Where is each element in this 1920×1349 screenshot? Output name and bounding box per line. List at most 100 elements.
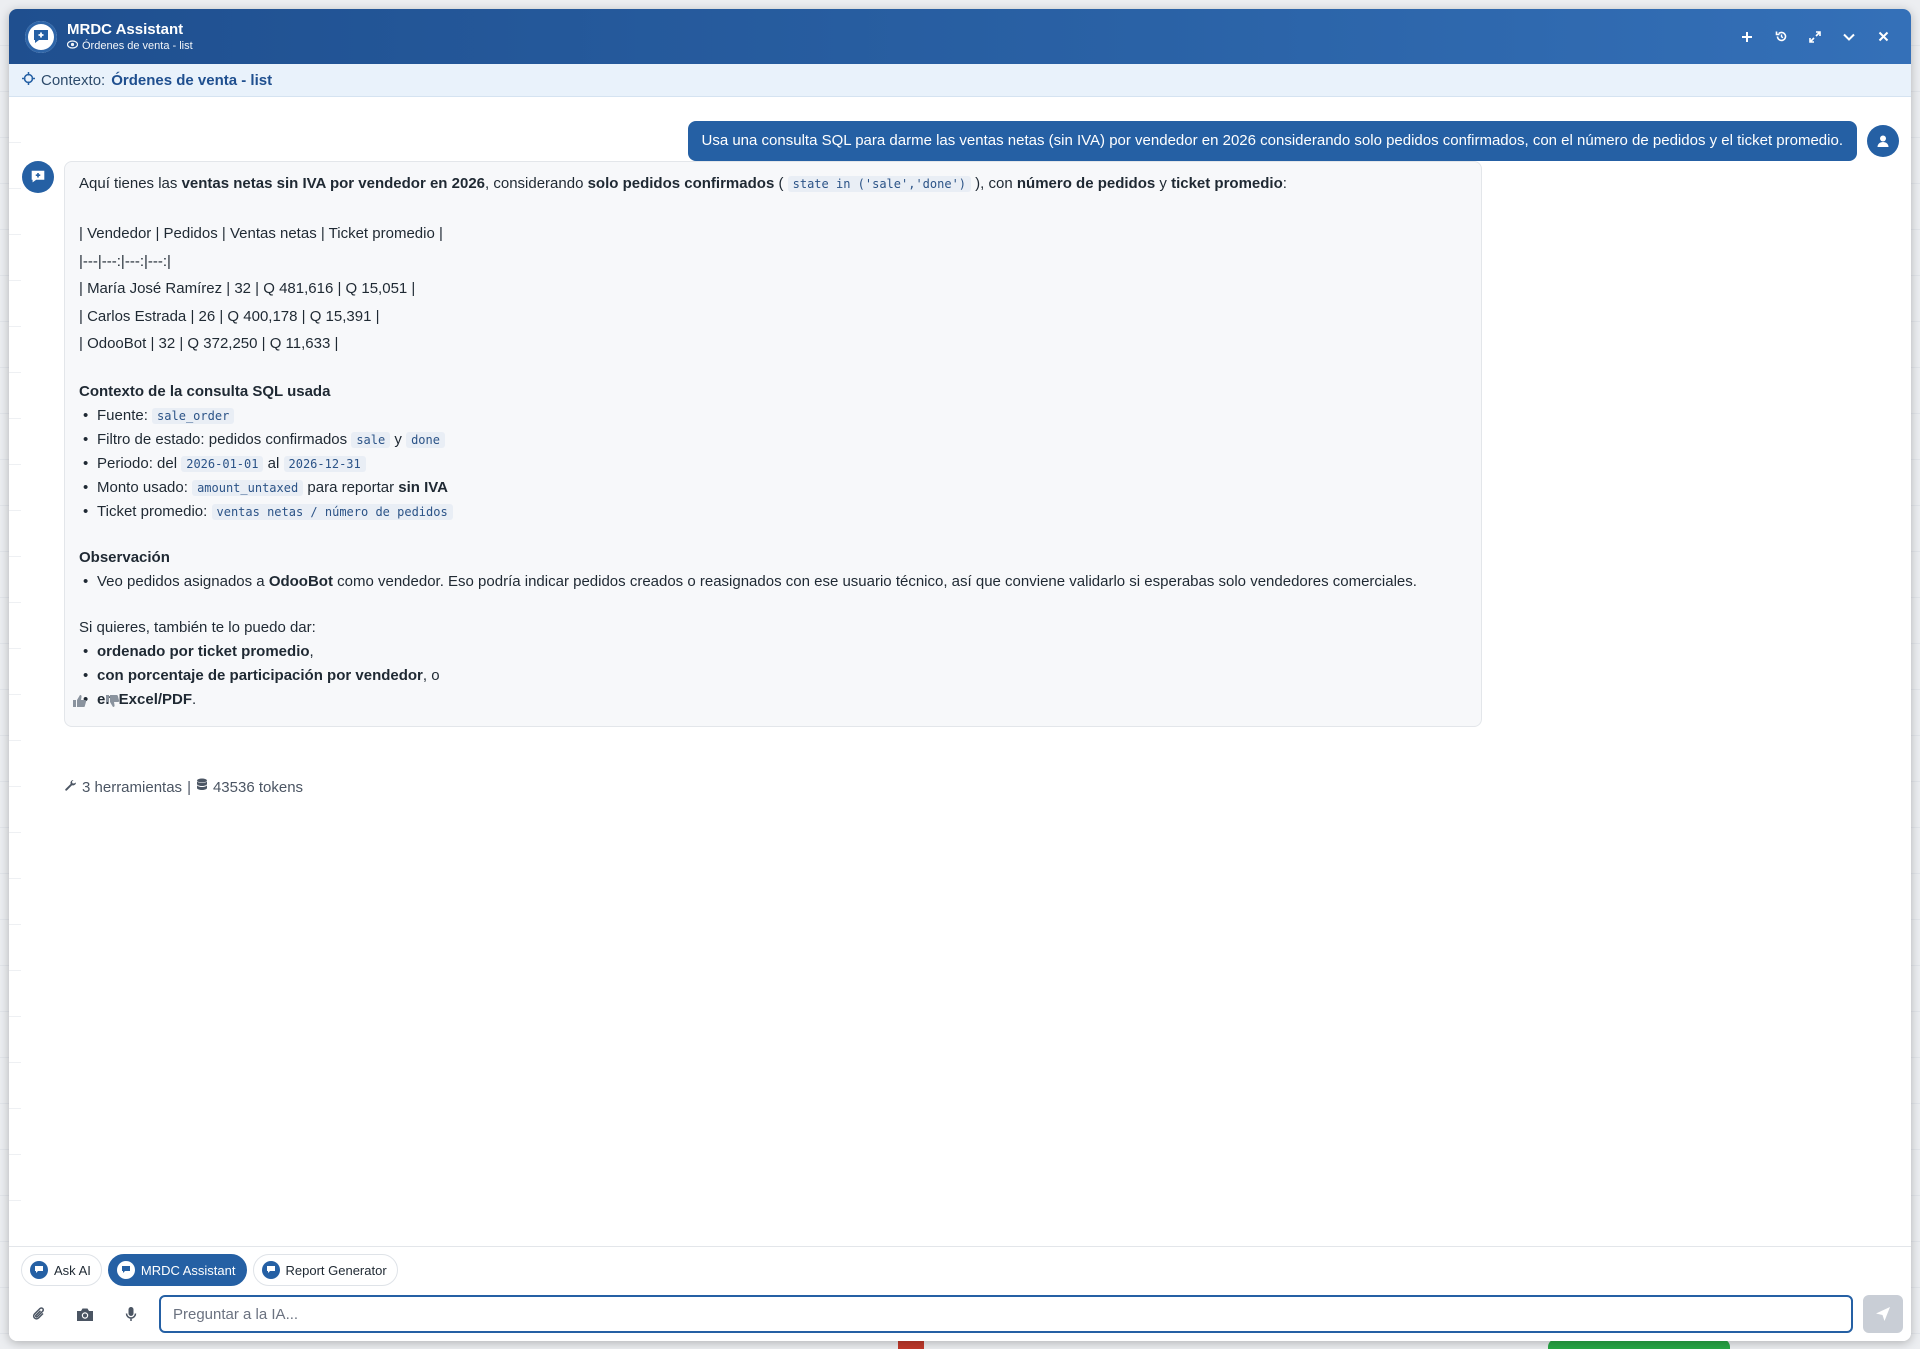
intro-bold: ventas netas sin IVA por vendedor en 202…	[181, 175, 486, 192]
history-icon	[1775, 31, 1786, 42]
tools-count: 3 herramientas	[82, 778, 183, 796]
assistant-avatar	[22, 161, 54, 193]
mode-tab-ask-ai[interactable]: Ask AI	[21, 1254, 102, 1286]
chat-area[interactable]: Usa una consulta SQL para darme las vent…	[9, 97, 1911, 1246]
intro-text: ), con	[971, 175, 1017, 192]
intro-text: :	[1282, 175, 1287, 192]
eye-icon	[66, 39, 79, 53]
composer: Ask AI MRDC Assistant Report Generator	[9, 1246, 1911, 1341]
mode-tab-label: Ask AI	[54, 1262, 91, 1278]
wrench-icon	[64, 779, 77, 796]
intro-text: y	[1155, 175, 1172, 192]
user-icon	[1877, 135, 1889, 147]
table-line: | Carlos Estrada | 26 | Q 400,178 | Q 15…	[79, 307, 380, 325]
context-label: Contexto:	[41, 71, 106, 89]
paperclip-icon	[32, 1307, 44, 1320]
item-text: Monto usado:	[97, 478, 193, 496]
intro-text: , considerando	[485, 175, 588, 192]
list-item: Veo pedidos asignados a OdooBot como ven…	[83, 570, 1467, 594]
plus-icon	[1742, 31, 1752, 42]
intro-text: Aquí tienes las	[79, 175, 182, 192]
intro-text: (	[774, 175, 788, 192]
screenshot-button[interactable]	[67, 1296, 103, 1332]
offer-intro: Si quieres, también te lo puedo dar:	[79, 618, 316, 636]
item-text: y	[390, 430, 407, 448]
list-item: en Excel/PDF.	[83, 688, 1467, 712]
item-bold: ordenado por ticket promedio	[97, 642, 310, 660]
sql-context-title: Contexto de la consulta SQL usada	[79, 382, 331, 400]
intro-paragraph: Aquí tienes las ventas netas sin IVA por…	[79, 172, 1467, 196]
input-row	[21, 1294, 1903, 1334]
item-bold: con porcentaje de participación por vend…	[97, 666, 423, 684]
list-item: con porcentaje de participación por vend…	[83, 664, 1467, 688]
window-title: MRDC Assistant	[67, 20, 184, 38]
offer-list: ordenado por ticket promedio, con porcen…	[79, 640, 1467, 712]
send-button[interactable]	[1863, 1295, 1903, 1333]
item-text: Periodo: del	[97, 454, 182, 472]
item-text: para reportar	[303, 478, 399, 496]
item-code: ventas netas / número de pedidos	[211, 503, 453, 520]
database-icon	[196, 778, 208, 796]
message-meta: 3 herramientas | 43536 tokens	[64, 778, 303, 796]
item-text: , o	[422, 666, 440, 684]
intro-code: state in ('sale','done')	[787, 176, 972, 192]
item-code: 2026-12-31	[283, 455, 366, 472]
chat-bubble-icon	[116, 1261, 135, 1279]
assistant-chat-icon	[25, 20, 57, 53]
minimize-button[interactable]	[1837, 25, 1861, 49]
microphone-icon	[125, 1307, 137, 1321]
chat-bubble-icon	[30, 1261, 48, 1279]
token-count: 43536 tokens	[212, 778, 304, 796]
camera-icon	[77, 1308, 93, 1321]
mode-tabs: Ask AI MRDC Assistant Report Generator	[21, 1254, 398, 1286]
close-button[interactable]	[1871, 25, 1895, 49]
intro-bold: ticket promedio	[1171, 175, 1283, 192]
expand-button[interactable]	[1803, 25, 1827, 49]
table-line: |---|---:|---:|---:|	[79, 252, 171, 270]
item-text: Filtro de estado: pedidos confirmados	[97, 430, 352, 448]
item-text: .	[192, 690, 197, 708]
sql-context-list: Fuente: sale_order Filtro de estado: ped…	[79, 404, 1467, 524]
item-code: sale	[351, 431, 391, 448]
item-code: amount_untaxed	[192, 479, 304, 496]
table-line: | María José Ramírez | 32 | Q 481,616 | …	[79, 280, 416, 297]
close-icon	[1878, 31, 1888, 42]
thumbs-down-icon[interactable]	[105, 694, 120, 713]
list-item: ordenado por ticket promedio,	[83, 640, 1467, 664]
crosshair-icon	[22, 71, 35, 89]
assistant-chat-icon	[31, 170, 45, 183]
observation-title: Observación	[79, 548, 170, 566]
meta-separator: |	[187, 778, 191, 796]
table-line: | Vendedor | Pedidos | Ventas netas | Ti…	[79, 225, 443, 242]
expand-icon	[1809, 30, 1821, 43]
list-item: Filtro de estado: pedidos confirmados sa…	[83, 428, 1467, 452]
observation-list: Veo pedidos asignados a OdooBot como ven…	[79, 570, 1467, 594]
user-message-row: Usa una consulta SQL para darme las vent…	[687, 121, 1899, 161]
context-bar: Contexto: Órdenes de venta - list	[9, 64, 1911, 97]
intro-bold: solo pedidos confirmados	[587, 175, 775, 192]
title-bar: MRDC Assistant Órdenes de venta - list	[9, 9, 1911, 64]
mode-tab-report-generator[interactable]: Report Generator	[252, 1254, 398, 1286]
prompt-input[interactable]	[159, 1295, 1853, 1333]
user-avatar	[1867, 125, 1899, 157]
item-bold: OdooBot	[268, 572, 333, 590]
user-message: Usa una consulta SQL para darme las vent…	[687, 121, 1857, 161]
list-item: Periodo: del 2026-01-01 al 2026-12-31	[83, 452, 1467, 476]
markdown-table: | Vendedor | Pedidos | Ventas netas | Ti…	[79, 220, 1467, 358]
thumbs-up-icon[interactable]	[72, 694, 87, 713]
send-icon	[1876, 1307, 1890, 1321]
assistant-window: MRDC Assistant Órdenes de venta - list C…	[9, 9, 1911, 1341]
attach-button[interactable]	[21, 1296, 57, 1332]
list-item: Monto usado: amount_untaxed para reporta…	[83, 476, 1467, 500]
item-text: Fuente:	[97, 406, 153, 424]
voice-button[interactable]	[113, 1296, 149, 1332]
window-subtitle: Órdenes de venta - list	[66, 39, 193, 53]
mode-tab-label: MRDC Assistant	[140, 1262, 236, 1278]
intro-bold: número de pedidos	[1016, 175, 1156, 192]
item-text: como vendedor. Eso podría indicar pedido…	[332, 572, 1417, 590]
mode-tab-mrdc-assistant[interactable]: MRDC Assistant	[107, 1254, 247, 1286]
new-chat-button[interactable]	[1735, 25, 1759, 49]
history-button[interactable]	[1769, 25, 1793, 49]
item-code: sale_order	[152, 407, 235, 424]
message-feedback	[72, 694, 120, 713]
